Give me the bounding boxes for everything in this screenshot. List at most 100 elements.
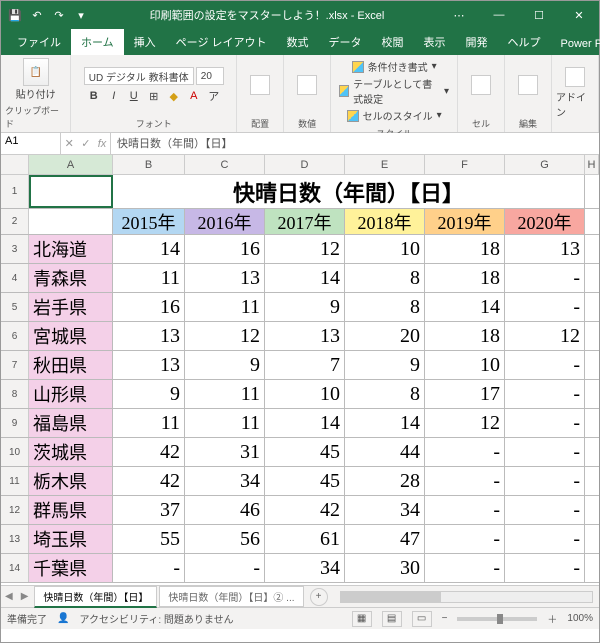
sheet-tab-2[interactable]: 快晴日数（年間）【日】② ... [159, 586, 303, 607]
row-header[interactable]: 1 [1, 175, 29, 208]
prefecture-cell[interactable]: 秋田県 [29, 351, 113, 379]
select-all-corner[interactable] [1, 155, 29, 174]
col-header-H[interactable]: H [585, 155, 599, 174]
data-cell[interactable]: - [505, 264, 585, 292]
year-header[interactable]: 2016年 [185, 209, 265, 234]
data-cell[interactable]: 47 [345, 525, 425, 553]
data-cell[interactable]: - [505, 554, 585, 582]
prefecture-cell[interactable]: 茨城県 [29, 438, 113, 466]
data-cell[interactable]: 11 [185, 380, 265, 408]
prefecture-cell[interactable]: 岩手県 [29, 293, 113, 321]
data-cell[interactable]: 8 [345, 293, 425, 321]
data-cell[interactable]: 10 [345, 235, 425, 263]
data-cell[interactable]: 13 [505, 235, 585, 263]
cell-styles-button[interactable]: セルのスタイル ▾ [347, 108, 442, 123]
data-cell[interactable]: - [505, 409, 585, 437]
tab-data[interactable]: データ [319, 29, 372, 55]
row-header[interactable]: 6 [1, 322, 29, 350]
data-cell[interactable]: 18 [425, 235, 505, 263]
data-cell[interactable]: 42 [113, 438, 185, 466]
tab-home[interactable]: ホーム [71, 29, 124, 55]
tab-file[interactable]: ファイル [7, 29, 71, 55]
data-cell[interactable]: 11 [113, 264, 185, 292]
tab-help[interactable]: ヘルプ [498, 29, 551, 55]
data-cell[interactable]: - [505, 496, 585, 524]
data-cell[interactable]: 13 [113, 351, 185, 379]
data-cell[interactable]: 45 [265, 438, 345, 466]
minimize-icon[interactable]: — [479, 1, 519, 29]
font-name-select[interactable]: UD デジタル 教科書体 [84, 67, 194, 85]
prefecture-cell[interactable]: 千葉県 [29, 554, 113, 582]
data-cell[interactable]: 31 [185, 438, 265, 466]
cell-A1[interactable] [29, 175, 113, 208]
data-cell[interactable]: 9 [113, 380, 185, 408]
col-header-G[interactable]: G [505, 155, 585, 174]
close-icon[interactable]: ✕ [559, 1, 599, 29]
data-cell[interactable]: 10 [265, 380, 345, 408]
page-break-view-button[interactable]: ▭ [412, 611, 432, 627]
data-cell[interactable]: 14 [113, 235, 185, 263]
col-header-F[interactable]: F [425, 155, 505, 174]
row-header[interactable]: 12 [1, 496, 29, 524]
row-header[interactable]: 7 [1, 351, 29, 379]
row-header[interactable]: 11 [1, 467, 29, 495]
data-cell[interactable]: - [505, 438, 585, 466]
tab-review[interactable]: 校閲 [372, 29, 414, 55]
ribbon-options-icon[interactable]: ⋯ [439, 1, 479, 29]
data-cell[interactable]: 56 [185, 525, 265, 553]
col-header-E[interactable]: E [345, 155, 425, 174]
prefecture-cell[interactable]: 群馬県 [29, 496, 113, 524]
data-cell[interactable]: - [425, 438, 505, 466]
col-header-B[interactable]: B [113, 155, 185, 174]
zoom-slider[interactable] [457, 617, 537, 621]
enter-formula-icon[interactable]: ✓ [81, 137, 90, 150]
data-cell[interactable]: 9 [265, 293, 345, 321]
row-header[interactable]: 2 [1, 209, 29, 234]
data-cell[interactable]: - [505, 525, 585, 553]
horizontal-scrollbar[interactable] [340, 591, 593, 603]
row-header[interactable]: 13 [1, 525, 29, 553]
data-cell[interactable]: 18 [425, 322, 505, 350]
save-icon[interactable]: 💾 [7, 7, 23, 23]
col-header-C[interactable]: C [185, 155, 265, 174]
data-cell[interactable]: 17 [425, 380, 505, 408]
fill-color-button[interactable]: ◆ [165, 87, 183, 105]
new-sheet-button[interactable]: + [310, 588, 328, 606]
title-cell[interactable]: 快晴日数（年間）【日】 [113, 175, 585, 208]
data-cell[interactable]: 16 [185, 235, 265, 263]
prefecture-cell[interactable]: 青森県 [29, 264, 113, 292]
zoom-level[interactable]: 100% [567, 613, 593, 624]
data-cell[interactable]: 34 [185, 467, 265, 495]
accessibility-icon[interactable]: 👤 [57, 613, 69, 624]
zoom-in-button[interactable]: ＋ [547, 611, 557, 626]
data-cell[interactable]: 11 [185, 293, 265, 321]
prefecture-cell[interactable]: 宮城県 [29, 322, 113, 350]
data-cell[interactable]: 11 [185, 409, 265, 437]
format-as-table-button[interactable]: テーブルとして書式設定 ▾ [339, 76, 449, 106]
font-color-button[interactable]: A [185, 87, 203, 105]
data-cell[interactable]: 61 [265, 525, 345, 553]
qat-more-icon[interactable]: ▾ [73, 7, 89, 23]
data-cell[interactable]: 42 [265, 496, 345, 524]
year-header[interactable]: 2017年 [265, 209, 345, 234]
data-cell[interactable]: 37 [113, 496, 185, 524]
prefecture-cell[interactable]: 福島県 [29, 409, 113, 437]
data-cell[interactable]: 14 [265, 264, 345, 292]
data-cell[interactable]: - [113, 554, 185, 582]
data-cell[interactable]: 34 [265, 554, 345, 582]
cells-icon[interactable] [471, 75, 491, 95]
data-cell[interactable]: 55 [113, 525, 185, 553]
data-cell[interactable]: - [505, 293, 585, 321]
prefecture-cell[interactable]: 栃木県 [29, 467, 113, 495]
data-cell[interactable]: 42 [113, 467, 185, 495]
data-cell[interactable]: 12 [185, 322, 265, 350]
fx-icon[interactable]: fx [98, 138, 107, 150]
data-cell[interactable]: 34 [345, 496, 425, 524]
name-box[interactable]: A1 [1, 133, 61, 154]
cell-A2[interactable] [29, 209, 113, 234]
data-cell[interactable]: 13 [265, 322, 345, 350]
sheet-nav-next-icon[interactable]: ▶ [17, 591, 33, 602]
data-cell[interactable]: - [425, 554, 505, 582]
data-cell[interactable]: 14 [265, 409, 345, 437]
data-cell[interactable]: 46 [185, 496, 265, 524]
